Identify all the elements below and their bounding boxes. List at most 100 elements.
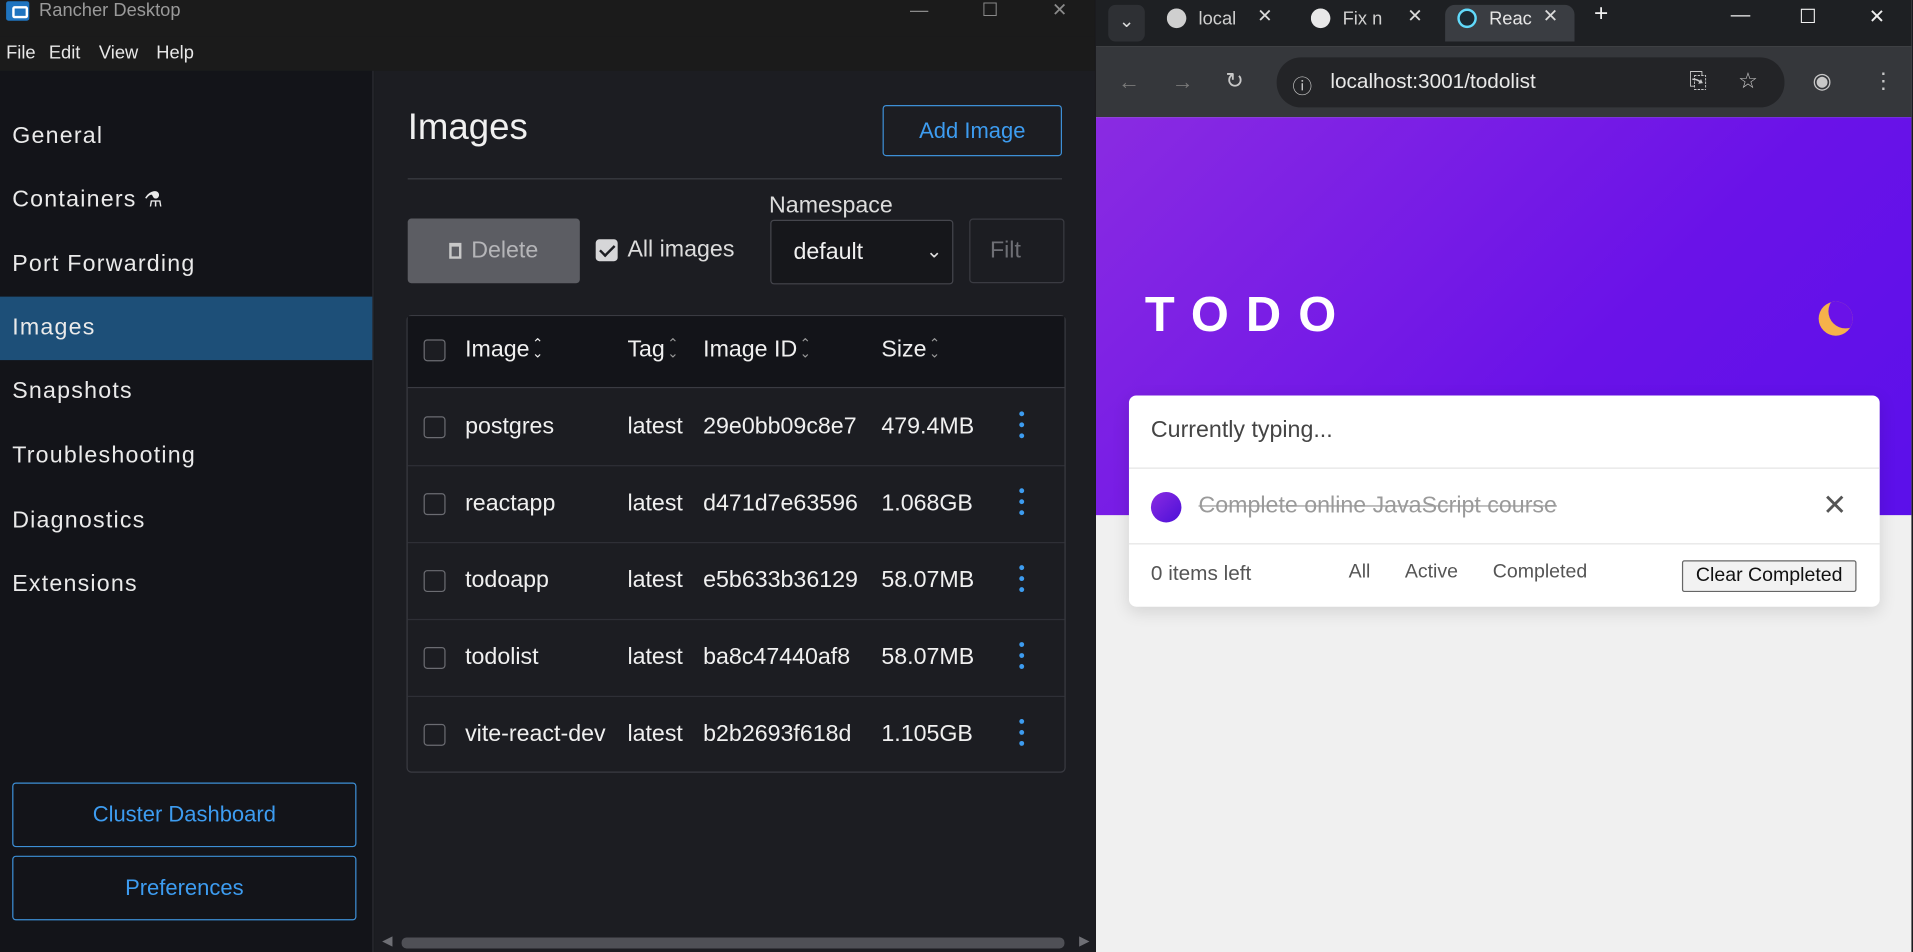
column-header-label: Size bbox=[881, 336, 927, 363]
row-checkbox[interactable] bbox=[423, 416, 446, 439]
cluster-dashboard-button[interactable]: Cluster Dashboard bbox=[12, 782, 357, 848]
back-icon[interactable]: ← bbox=[1118, 70, 1140, 96]
image-size: 58.07MB bbox=[881, 644, 975, 671]
sidebar-item-diagnostics[interactable]: Diagnostics bbox=[0, 490, 372, 553]
column-header-image[interactable]: Image ⌃ ⌄ bbox=[465, 337, 543, 364]
todo-complete-toggle[interactable] bbox=[1150, 491, 1182, 523]
sort-icon: ⌃ ⌄ bbox=[928, 336, 941, 362]
row-menu-icon[interactable] bbox=[1018, 565, 1025, 598]
tab-title: Fix n bbox=[1342, 8, 1383, 30]
sidebar-item-general[interactable]: General bbox=[0, 105, 372, 168]
image-size: 1.105GB bbox=[881, 721, 973, 748]
close-icon[interactable]: ✕ bbox=[1041, 0, 1078, 24]
namespace-value: default bbox=[793, 239, 864, 265]
row-checkbox[interactable] bbox=[423, 493, 446, 516]
bookmark-star-icon[interactable]: ☆ bbox=[1738, 68, 1758, 94]
menu-file[interactable]: File bbox=[6, 43, 36, 64]
row-menu-icon[interactable] bbox=[1018, 488, 1025, 521]
tab-title: local bbox=[1198, 8, 1237, 30]
all-images-checkbox[interactable] bbox=[595, 239, 618, 262]
forward-icon[interactable]: → bbox=[1172, 70, 1194, 96]
image-name: reactapp bbox=[465, 490, 556, 517]
tab-fix[interactable]: Fix n bbox=[1310, 5, 1411, 42]
divider bbox=[407, 178, 1063, 180]
install-app-icon[interactable]: ⎘ bbox=[1689, 68, 1707, 94]
sidebar-item-snapshots[interactable]: Snapshots bbox=[0, 360, 372, 423]
reload-icon[interactable]: ↻ bbox=[1225, 68, 1243, 94]
row-checkbox[interactable] bbox=[423, 646, 446, 669]
row-menu-icon[interactable] bbox=[1018, 642, 1025, 675]
rancher-window: Rancher Desktop — ☐ ✕ File Edit View Hel… bbox=[0, 0, 1095, 952]
browser-window: ⌄ local ✕ Fix n ✕ Reac ✕ + — ☐ ✕ ← → ↻ ⓘ… bbox=[1096, 0, 1912, 952]
close-tab-icon[interactable]: ✕ bbox=[1543, 5, 1558, 27]
filter-active[interactable]: Active bbox=[1405, 562, 1458, 584]
row-checkbox[interactable] bbox=[423, 570, 446, 593]
row-menu-icon[interactable] bbox=[1018, 411, 1025, 444]
image-tag: latest bbox=[627, 413, 683, 440]
image-name: todoapp bbox=[465, 567, 549, 594]
row-checkbox[interactable] bbox=[423, 723, 446, 746]
sidebar-item-label: Troubleshooting bbox=[12, 443, 196, 469]
column-header-size[interactable]: Size ⌃ ⌄ bbox=[881, 337, 940, 364]
rancher-logo-icon bbox=[6, 1, 30, 21]
tab-title: Reac bbox=[1489, 8, 1532, 30]
maximize-icon[interactable]: ☐ bbox=[1799, 5, 1817, 29]
todo-item-text: Complete online JavaScript course bbox=[1198, 493, 1557, 519]
row-menu-icon[interactable] bbox=[1018, 718, 1025, 752]
horizontal-scrollbar[interactable] bbox=[401, 937, 1065, 949]
image-id: d471d7e63596 bbox=[703, 490, 858, 517]
tab-local[interactable]: local bbox=[1166, 5, 1267, 42]
sidebar-item-troubleshooting[interactable]: Troubleshooting bbox=[0, 425, 372, 488]
preferences-button[interactable]: Preferences bbox=[12, 855, 357, 921]
image-id: 29e0bb09c8e7 bbox=[703, 413, 857, 440]
row-divider bbox=[407, 541, 1065, 544]
site-info-icon[interactable]: ⓘ bbox=[1293, 70, 1313, 99]
sidebar-item-extensions[interactable]: Extensions bbox=[0, 553, 372, 616]
items-left-count: 0 items left bbox=[1150, 561, 1252, 585]
profile-icon[interactable]: ◉ bbox=[1813, 68, 1832, 94]
column-header-tag[interactable]: Tag ⌃ ⌄ bbox=[627, 337, 678, 364]
menu-view[interactable]: View bbox=[99, 43, 138, 64]
menu-edit[interactable]: Edit bbox=[49, 43, 81, 64]
image-size: 1.068GB bbox=[881, 490, 973, 517]
close-tab-icon[interactable]: ✕ bbox=[1257, 5, 1272, 27]
more-menu-icon[interactable]: ⋮ bbox=[1872, 68, 1894, 94]
scroll-right-icon[interactable]: ▶ bbox=[1079, 933, 1089, 949]
image-size: 479.4MB bbox=[881, 413, 975, 440]
moon-icon[interactable] bbox=[1818, 301, 1853, 336]
row-divider bbox=[407, 695, 1065, 698]
minimize-icon[interactable]: — bbox=[901, 0, 938, 24]
sidebar-item-port-forwarding[interactable]: Port Forwarding bbox=[0, 233, 372, 296]
column-header-image-id[interactable]: Image ID ⌃ ⌄ bbox=[703, 337, 811, 364]
react-icon bbox=[1457, 8, 1477, 29]
close-tab-icon[interactable]: ✕ bbox=[1407, 5, 1422, 27]
image-tag: latest bbox=[627, 567, 683, 594]
delete-todo-icon[interactable]: ✕ bbox=[1822, 488, 1847, 523]
new-todo-input[interactable]: Currently typing... bbox=[1151, 417, 1333, 444]
tab-search-icon[interactable]: ⌄ bbox=[1108, 4, 1145, 42]
namespace-select[interactable]: default ⌄ bbox=[770, 219, 954, 285]
openai-icon bbox=[1310, 8, 1331, 29]
flask-icon: ⚗ bbox=[143, 187, 164, 212]
select-all-checkbox[interactable] bbox=[423, 339, 446, 362]
namespace-label: Namespace bbox=[769, 192, 893, 219]
sidebar-item-images[interactable]: Images bbox=[0, 296, 373, 361]
filter-all[interactable]: All bbox=[1349, 562, 1371, 584]
delete-button[interactable]: Delete bbox=[407, 218, 580, 284]
close-icon[interactable]: ✕ bbox=[1869, 5, 1885, 29]
menu-help[interactable]: Help bbox=[156, 43, 194, 64]
sidebar-item-label: General bbox=[12, 123, 104, 149]
sidebar-item-label: Extensions bbox=[12, 571, 138, 597]
clear-completed-button[interactable]: Clear Completed bbox=[1681, 560, 1857, 593]
image-tag: latest bbox=[627, 490, 683, 517]
sidebar-item-containers[interactable]: Containers ⚗ bbox=[0, 168, 372, 231]
image-id: ba8c47440af8 bbox=[703, 644, 851, 671]
new-tab-icon[interactable]: + bbox=[1594, 0, 1608, 28]
minimize-icon[interactable]: — bbox=[1731, 5, 1751, 27]
add-image-button[interactable]: Add Image bbox=[882, 104, 1063, 157]
filter-input[interactable]: Filt bbox=[969, 218, 1065, 284]
scroll-left-icon[interactable]: ◀ bbox=[382, 933, 392, 949]
maximize-icon[interactable]: ☐ bbox=[972, 0, 1009, 24]
url-text: localhost:3001/todolist bbox=[1330, 69, 1536, 93]
filter-completed[interactable]: Completed bbox=[1493, 562, 1587, 584]
